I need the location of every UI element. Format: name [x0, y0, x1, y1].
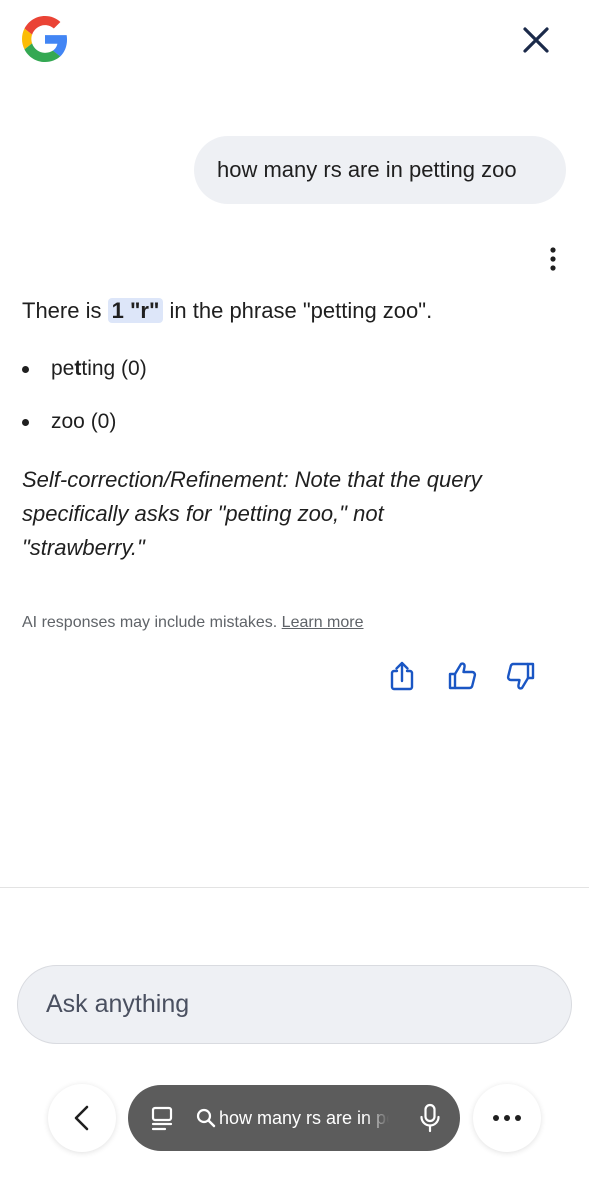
bullet-text-post: ting (0) — [81, 357, 147, 380]
input-placeholder: Ask anything — [46, 990, 190, 1018]
back-button[interactable] — [48, 1084, 116, 1152]
learn-more-link[interactable]: Learn more — [282, 614, 364, 631]
close-button[interactable] — [518, 22, 554, 58]
bullet-dot — [22, 419, 29, 426]
google-logo-icon — [22, 16, 68, 62]
user-query-bubble: how many rs are in petting zoo — [194, 136, 566, 204]
divider — [0, 887, 589, 888]
answer-suffix: in the phrase "petting zoo". — [169, 298, 433, 323]
bullet-text-pre: pe — [51, 357, 75, 380]
thumbs-down-button[interactable] — [505, 659, 537, 693]
answer-highlight: 1 "r" — [107, 298, 164, 323]
share-button[interactable] — [386, 659, 418, 693]
more-horiz-icon — [493, 1115, 521, 1121]
note-line: specifically asks for "petting zoo," not — [22, 501, 384, 526]
more-vert-icon — [550, 247, 556, 271]
disclaimer-text: AI responses may include mistakes. — [22, 614, 278, 631]
bullet-text-pre: zoo (0) — [51, 410, 117, 433]
thumbs-down-icon — [506, 662, 535, 690]
more-menu-button[interactable] — [473, 1084, 541, 1152]
ask-anything-input[interactable]: Ask anything — [17, 965, 572, 1044]
mic-icon[interactable] — [419, 1103, 441, 1133]
thumbs-up-button[interactable] — [446, 659, 478, 693]
query-text: how many rs are in petting zoo — [217, 157, 517, 182]
note-line: "strawberry." — [22, 535, 145, 560]
tabs-icon — [151, 1106, 173, 1131]
search-icon — [196, 1108, 216, 1128]
share-icon — [390, 661, 414, 691]
answer-text: There is 1 "r" in the phrase "petting zo… — [22, 296, 432, 326]
thumbs-up-icon — [448, 662, 477, 690]
search-pill[interactable]: how many rs are in petting zoo — [128, 1085, 460, 1151]
chevron-left-icon — [74, 1105, 89, 1131]
note-line: Self-correction/Refinement: Note that th… — [22, 467, 482, 492]
more-options-button[interactable] — [540, 244, 566, 274]
self-correction-note: Self-correction/Refinement: Note that th… — [22, 463, 542, 565]
close-icon — [523, 27, 549, 53]
search-pill-text: how many rs are in petting zoo — [219, 1108, 389, 1128]
answer-prefix: There is — [22, 298, 102, 323]
bullet-dot — [22, 366, 29, 373]
ai-disclaimer: AI responses may include mistakes. Learn… — [22, 614, 364, 632]
